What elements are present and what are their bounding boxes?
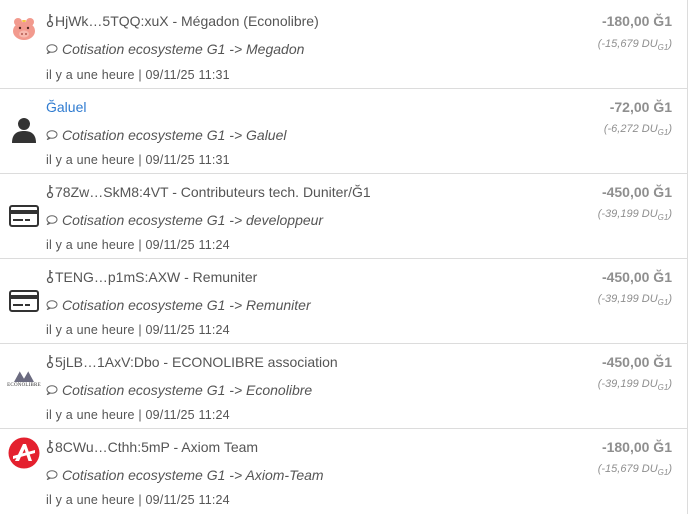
du-close: ) <box>668 463 672 475</box>
transaction-amount-du: (-39,199 DUG1) <box>598 208 672 222</box>
comment-text: Cotisation ecosysteme G1 -> Megadon <box>62 41 305 57</box>
transaction-title[interactable]: 8CWu…Cthh:5mP - Axiom Team <box>46 439 258 455</box>
transaction-title[interactable]: HjWk…5TQQ:xuX - Mégadon (Econolibre) <box>46 13 319 29</box>
credit-card-icon <box>8 285 40 317</box>
transaction-amount: -180,00 Ğ1 <box>601 439 672 455</box>
du-value: (-39,199 DU <box>597 378 658 390</box>
key-icon <box>46 440 54 453</box>
transaction-date: il y a une heure | 09/11/25 11:31 <box>46 68 230 82</box>
du-close: ) <box>668 208 672 220</box>
transaction-pubkey-label: 8CWu…Cthh:5mP - Axiom Team <box>55 439 259 455</box>
credit-card-icon <box>8 200 40 232</box>
comment-text: Cotisation ecosysteme G1 -> Galuel <box>62 127 287 143</box>
transaction-amount-du: (-15,679 DUG1) <box>598 463 672 477</box>
transaction-comment: Cotisation ecosysteme G1 -> Remuniter <box>46 297 311 313</box>
transaction-comment: Cotisation ecosysteme G1 -> Econolibre <box>46 382 312 398</box>
transaction-date: il y a une heure | 09/11/25 11:24 <box>46 238 230 252</box>
key-icon <box>46 185 54 198</box>
transaction-list: HjWk…5TQQ:xuX - Mégadon (Econolibre) Cot… <box>0 0 688 514</box>
econolibre-logo-text: ECONOLIBRE <box>7 382 41 388</box>
transaction-amount: -72,00 Ğ1 <box>609 99 672 115</box>
du-value: (-39,199 DU <box>597 293 658 305</box>
du-value: (-6,272 DU <box>603 123 658 135</box>
member-name-link[interactable]: Ğaluel <box>46 99 86 115</box>
du-close: ) <box>668 378 672 390</box>
key-icon <box>46 14 54 27</box>
transaction-amount: -450,00 Ğ1 <box>601 354 672 370</box>
comment-icon <box>46 215 58 225</box>
transaction-pubkey-label: 5jLB…1AxV:Dbo - ECONOLIBRE association <box>55 354 338 370</box>
transaction-row[interactable]: 78Zw…SkM8:4VT - Contributeurs tech. Duni… <box>0 174 687 259</box>
transaction-date: il y a une heure | 09/11/25 11:24 <box>46 323 230 337</box>
transaction-date: il y a une heure | 09/11/25 11:31 <box>46 153 230 167</box>
comment-icon <box>46 300 58 310</box>
transaction-title[interactable]: 5jLB…1AxV:Dbo - ECONOLIBRE association <box>46 354 338 370</box>
user-silhouette-icon <box>8 113 40 145</box>
transaction-comment: Cotisation ecosysteme G1 -> developpeur <box>46 212 323 228</box>
transaction-amount: -450,00 Ğ1 <box>601 269 672 285</box>
du-value: (-15,679 DU <box>597 463 658 475</box>
comment-text: Cotisation ecosysteme G1 -> Axiom-Team <box>62 467 324 483</box>
du-value: (-39,199 DU <box>597 208 658 220</box>
du-close: ) <box>668 293 672 305</box>
transaction-title[interactable]: Ğaluel <box>46 99 86 115</box>
transaction-pubkey-label: TENG…p1mS:AXW - Remuniter <box>55 269 258 285</box>
transaction-amount-du: (-6,272 DUG1) <box>604 123 672 137</box>
transaction-amount: -180,00 Ğ1 <box>601 13 672 29</box>
transaction-comment: Cotisation ecosysteme G1 -> Galuel <box>46 127 287 143</box>
comment-text: Cotisation ecosysteme G1 -> Econolibre <box>62 382 313 398</box>
comment-icon <box>46 44 58 54</box>
transaction-row[interactable]: HjWk…5TQQ:xuX - Mégadon (Econolibre) Cot… <box>0 0 687 89</box>
econolibre-logo: ECONOLIBRE <box>6 362 42 394</box>
comment-icon <box>46 385 58 395</box>
axiom-logo <box>8 437 40 469</box>
du-unit: G1 <box>657 213 669 222</box>
comment-icon <box>46 130 58 140</box>
transaction-row[interactable]: TENG…p1mS:AXW - Remuniter Cotisation eco… <box>0 259 687 344</box>
du-unit: G1 <box>657 298 669 307</box>
transaction-date: il y a une heure | 09/11/25 11:24 <box>46 493 230 507</box>
transaction-pubkey-label: 78Zw…SkM8:4VT - Contributeurs tech. Duni… <box>55 184 371 200</box>
transaction-comment: Cotisation ecosysteme G1 -> Axiom-Team <box>46 467 324 483</box>
transaction-row[interactable]: Ğaluel Cotisation ecosysteme G1 -> Galue… <box>0 89 687 174</box>
transaction-pubkey-label: HjWk…5TQQ:xuX - Mégadon (Econolibre) <box>55 13 319 29</box>
du-unit: G1 <box>657 128 669 137</box>
du-value: (-15,679 DU <box>597 38 658 50</box>
transaction-comment: Cotisation ecosysteme G1 -> Megadon <box>46 41 304 57</box>
piggy-bank-icon <box>8 12 40 44</box>
comment-icon <box>46 470 58 480</box>
key-icon <box>46 355 54 368</box>
transaction-amount-du: (-39,199 DUG1) <box>598 378 672 392</box>
transaction-title[interactable]: 78Zw…SkM8:4VT - Contributeurs tech. Duni… <box>46 184 371 200</box>
transaction-row[interactable]: ECONOLIBRE 5jLB…1AxV:Dbo - ECONOLIBRE as… <box>0 344 687 429</box>
du-close: ) <box>668 123 672 135</box>
du-close: ) <box>668 38 672 50</box>
du-unit: G1 <box>657 468 669 477</box>
comment-text: Cotisation ecosysteme G1 -> Remuniter <box>62 297 311 313</box>
du-unit: G1 <box>657 43 669 52</box>
transaction-date: il y a une heure | 09/11/25 11:24 <box>46 408 230 422</box>
transaction-amount-du: (-39,199 DUG1) <box>598 293 672 307</box>
transaction-title[interactable]: TENG…p1mS:AXW - Remuniter <box>46 269 257 285</box>
transaction-amount: -450,00 Ğ1 <box>601 184 672 200</box>
du-unit: G1 <box>657 383 669 392</box>
transaction-row[interactable]: 8CWu…Cthh:5mP - Axiom Team Cotisation ec… <box>0 429 687 514</box>
key-icon <box>46 270 54 283</box>
comment-text: Cotisation ecosysteme G1 -> developpeur <box>62 212 324 228</box>
transaction-amount-du: (-15,679 DUG1) <box>598 38 672 52</box>
